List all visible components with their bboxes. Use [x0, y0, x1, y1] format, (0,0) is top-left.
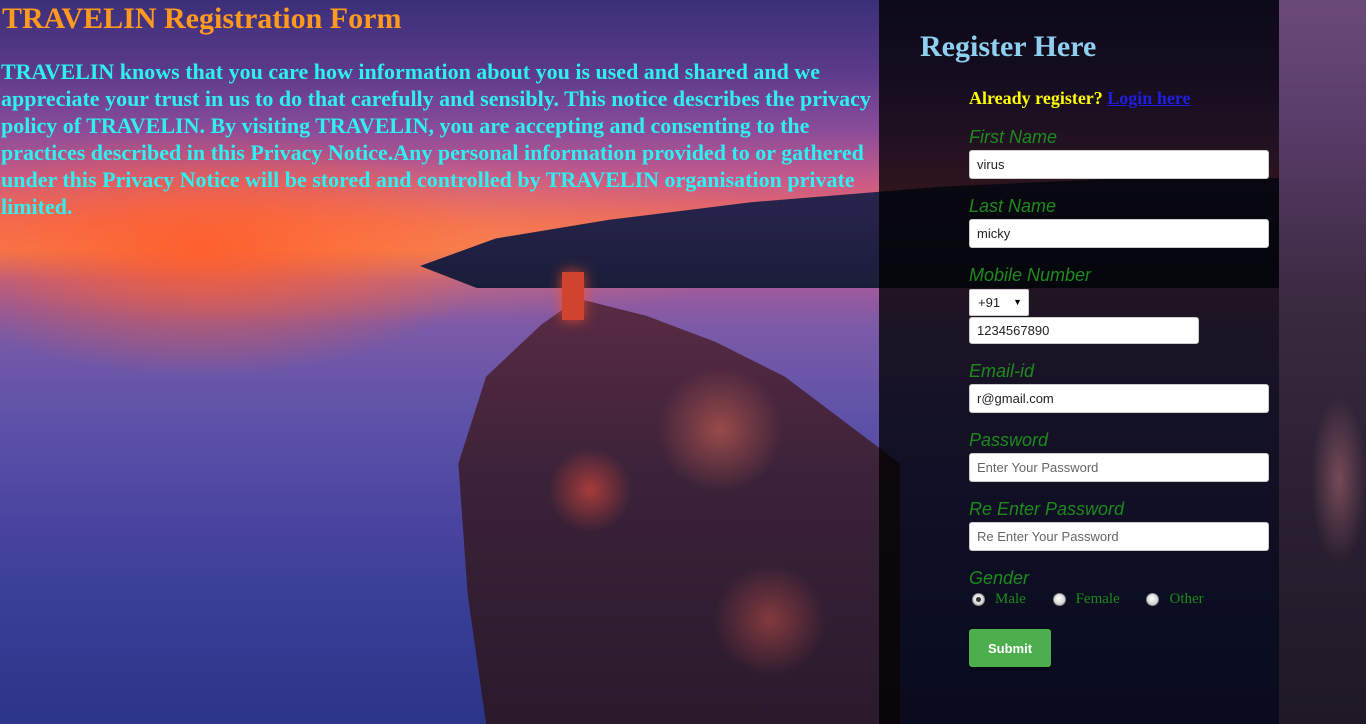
first-name-input[interactable]: [969, 150, 1269, 179]
background-village-cliff: [458, 298, 900, 724]
gender-label: Gender: [969, 568, 1030, 588]
country-code-value: +91: [978, 295, 1001, 310]
login-link[interactable]: Login here: [1107, 88, 1190, 108]
other-radio[interactable]: [1146, 593, 1160, 607]
background-right-scenery: [1279, 0, 1366, 724]
email-input[interactable]: [969, 384, 1269, 413]
submit-button[interactable]: Submit: [969, 629, 1051, 667]
country-code-select[interactable]: +91 ▼: [969, 289, 1029, 316]
email-label: Email-id: [969, 361, 1035, 381]
already-registered-line: Already register? Login here: [969, 88, 1190, 109]
last-name-input[interactable]: [969, 219, 1269, 248]
gender-options: Male Female Other: [972, 591, 1227, 608]
background-tower: [562, 272, 584, 320]
male-label: Male: [995, 591, 1026, 608]
other-label: Other: [1169, 591, 1204, 608]
female-radio[interactable]: [1052, 593, 1066, 607]
last-name-label: Last Name: [969, 196, 1057, 216]
password-input[interactable]: [969, 453, 1269, 482]
privacy-notice-text: TRAVELIN knows that you care how informa…: [1, 59, 871, 219]
password-label: Password: [969, 430, 1049, 450]
page-title: TRAVELIN Registration Form: [2, 2, 402, 35]
gender-option-male[interactable]: Male: [972, 591, 1026, 608]
gender-option-other[interactable]: Other: [1146, 591, 1204, 608]
first-name-label: First Name: [969, 127, 1058, 147]
female-label: Female: [1075, 591, 1120, 608]
re-enter-password-input[interactable]: [969, 522, 1269, 551]
registration-panel: Register Here Already register? Login he…: [879, 0, 1279, 724]
gender-option-female[interactable]: Female: [1052, 591, 1120, 608]
register-heading: Register Here: [920, 30, 1097, 63]
re-enter-password-label: Re Enter Password: [969, 499, 1125, 519]
dropdown-arrow-icon: ▼: [1013, 297, 1022, 307]
male-radio[interactable]: [972, 593, 985, 607]
mobile-number-label: Mobile Number: [969, 265, 1092, 285]
mobile-number-input[interactable]: [969, 317, 1199, 344]
already-registered-text: Already register?: [969, 88, 1103, 108]
